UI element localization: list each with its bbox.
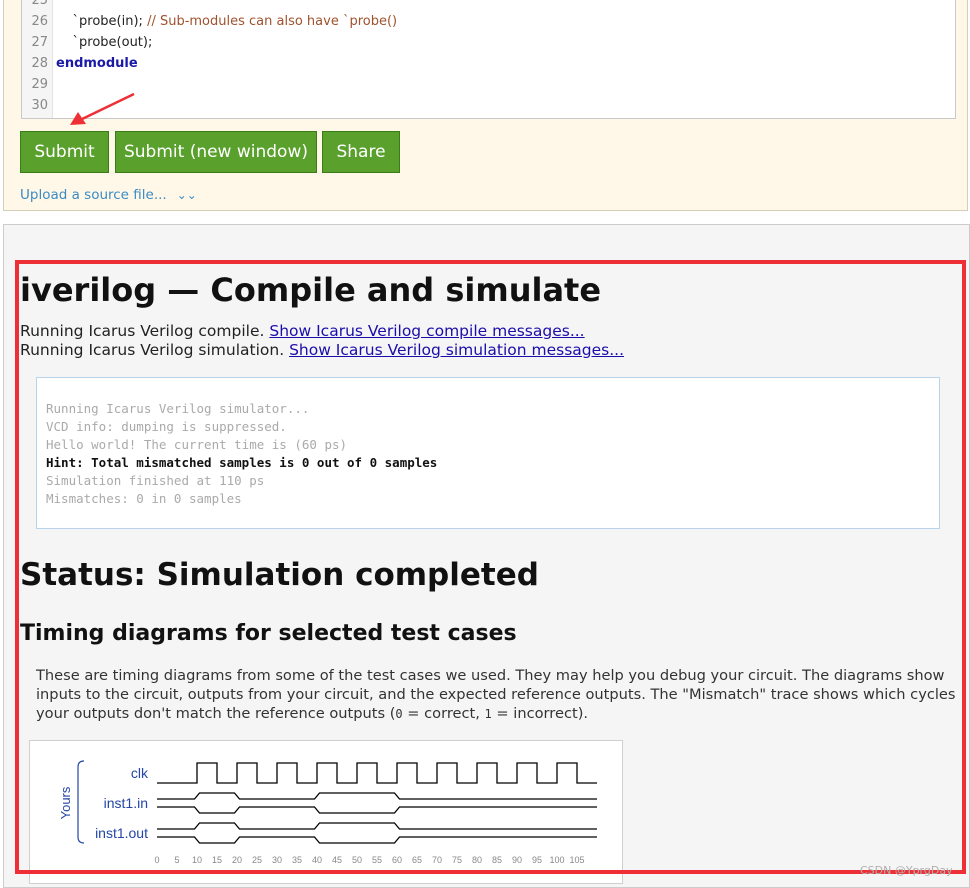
compile-status-line: Running Icarus Verilog compile. Show Ica…: [20, 322, 585, 340]
time-tick-label: 25: [252, 855, 262, 865]
signal-label: inst1.in: [104, 795, 148, 811]
timing-description-line: your outputs don't match the reference o…: [36, 705, 588, 722]
show-simulation-messages-link[interactable]: Show Icarus Verilog simulation messages.…: [289, 341, 624, 359]
share-button[interactable]: Share: [322, 131, 400, 173]
console-line: Hello world! The current time is (60 ps): [46, 437, 348, 452]
code-line: 26 `probe(in); // Sub-modules can also h…: [22, 11, 397, 32]
signal-trace-lower: [157, 836, 597, 844]
code-line: 30: [22, 95, 48, 116]
upload-source-link[interactable]: Upload a source file... ⌄⌄: [20, 187, 197, 203]
signal-trace-lower: [157, 806, 597, 814]
group-bracket: [77, 760, 85, 844]
time-tick-label: 55: [372, 855, 382, 865]
code-line: 29: [22, 74, 48, 95]
chevron-double-down-icon: ⌄⌄: [176, 188, 197, 202]
editor-panel: 25 26 `probe(in); // Sub-modules can also…: [3, 0, 968, 211]
timing-diagrams-heading: Timing diagrams for selected test cases: [20, 621, 517, 646]
time-tick-label: 35: [292, 855, 302, 865]
time-tick-label: 100: [549, 855, 564, 865]
time-tick-label: 80: [472, 855, 482, 865]
results-panel: iverilog — Compile and simulate Running …: [3, 224, 970, 888]
time-tick-label: 60: [392, 855, 402, 865]
submit-new-window-button[interactable]: Submit (new window): [115, 131, 317, 173]
console-line: Simulation finished at 110 ps: [46, 473, 265, 488]
compile-status-text: Running Icarus Verilog compile.: [20, 322, 270, 340]
code-editor[interactable]: 25 26 `probe(in); // Sub-modules can also…: [21, 0, 956, 119]
watermark: CSDN @YprgDay: [860, 864, 953, 877]
correct-value-code: 0: [395, 707, 403, 721]
submit-button[interactable]: Submit: [20, 131, 109, 173]
line-number: 29: [31, 77, 48, 92]
time-tick-label: 105: [569, 855, 584, 865]
time-tick-label: 70: [432, 855, 442, 865]
clock-trace: [157, 762, 597, 784]
upload-source-label: Upload a source file...: [20, 187, 167, 203]
time-tick-label: 85: [492, 855, 502, 865]
time-tick-label: 15: [212, 855, 222, 865]
time-tick-label: 20: [232, 855, 242, 865]
signal-trace-upper: [157, 792, 597, 800]
page-title: iverilog — Compile and simulate: [20, 271, 602, 309]
line-number: 25: [31, 0, 48, 8]
code-line: 27 `probe(out);: [22, 32, 152, 53]
incorrect-value-code: 1: [484, 707, 492, 721]
timing-description-line: inputs to the circuit, outputs from your…: [36, 686, 956, 703]
time-tick-label: 65: [412, 855, 422, 865]
console-line: Running Icarus Verilog simulator...: [46, 401, 310, 416]
line-number: 30: [31, 98, 48, 113]
simulation-output-console: Running Icarus Verilog simulator... VCD i…: [36, 377, 940, 529]
time-tick-label: 50: [352, 855, 362, 865]
time-tick-label: 75: [452, 855, 462, 865]
simulation-status-heading: Status: Simulation completed: [20, 557, 539, 593]
timing-diagram-svg: Yours clk inst1.in inst1.out 0 5 10 15 20 25 30 35 4…: [58, 760, 597, 865]
time-tick-label: 5: [174, 855, 179, 865]
code-line: 28 endmodule: [22, 53, 137, 74]
time-tick-label: 0: [154, 855, 159, 865]
code-line: 25: [22, 0, 48, 11]
show-compile-messages-link[interactable]: Show Icarus Verilog compile messages...: [269, 322, 584, 340]
time-tick-label: 30: [272, 855, 282, 865]
signal-trace-upper: [157, 822, 597, 830]
simulation-status-text: Running Icarus Verilog simulation.: [20, 341, 290, 359]
group-label: Yours: [58, 786, 73, 819]
line-number: 27: [31, 35, 48, 50]
signal-label: inst1.out: [95, 825, 148, 841]
code-text: `probe(in); // Sub-modules can also have…: [56, 14, 398, 29]
timing-description-line: These are timing diagrams from some of t…: [36, 667, 945, 684]
code-text: `probe(out);: [56, 35, 153, 50]
line-number: 28: [31, 56, 48, 71]
code-text: endmodule: [56, 56, 138, 71]
time-tick-label: 95: [532, 855, 542, 865]
console-line: Hint: Total mismatched samples is 0 out …: [46, 455, 438, 470]
timing-diagram: Yours clk inst1.in inst1.out 0 5 10 15 20 25 30 35 4…: [29, 740, 623, 884]
console-line: Mismatches: 0 in 0 samples: [46, 491, 242, 506]
console-line: VCD info: dumping is suppressed.: [46, 419, 287, 434]
time-tick-label: 90: [512, 855, 522, 865]
annotation-arrow-icon: [70, 92, 135, 125]
line-number: 26: [31, 14, 48, 29]
time-tick-label: 45: [332, 855, 342, 865]
desc-text: = correct,: [402, 705, 485, 722]
signal-label: clk: [131, 765, 149, 781]
desc-text: your outputs don't match the reference o…: [36, 705, 396, 722]
simulation-status-line: Running Icarus Verilog simulation. Show …: [20, 341, 624, 359]
time-tick-label: 40: [312, 855, 322, 865]
time-tick-label: 10: [192, 855, 202, 865]
desc-text: = incorrect).: [491, 705, 589, 722]
